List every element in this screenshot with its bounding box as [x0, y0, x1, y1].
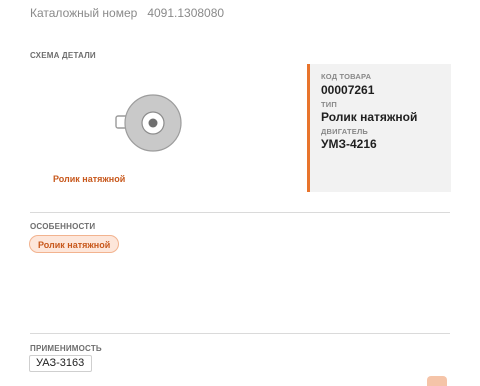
catalog-number-line: Каталожный номер 4091.1308080: [30, 6, 224, 20]
product-type-value: Ролик натяжной: [321, 110, 418, 124]
section-divider: [30, 212, 450, 213]
section-divider: [30, 333, 450, 334]
features-section-title: ОСОБЕННОСТИ: [30, 222, 96, 231]
product-info-panel: КОД ТОВАРА 00007261 ТИП Ролик натяжной Д…: [307, 64, 451, 192]
catalog-number-label: Каталожный номер: [30, 6, 138, 20]
scheme-section-title: СХЕМА ДЕТАЛИ: [30, 51, 96, 60]
scheme-part-caption: Ролик натяжной: [53, 174, 126, 184]
feature-tag[interactable]: Ролик натяжной: [29, 235, 120, 253]
tension-roller-diagram: [115, 94, 182, 152]
catalog-number-value: 4091.1308080: [147, 6, 225, 20]
applicability-item[interactable]: УАЗ-3163: [29, 355, 92, 372]
roller-axle-shape: [148, 118, 158, 128]
product-type-label: ТИП: [321, 100, 337, 109]
engine-label: ДВИГАТЕЛЬ: [321, 127, 369, 136]
applicability-section-title: ПРИМЕНИМОСТЬ: [30, 344, 102, 353]
engine-value: УМЗ-4216: [321, 137, 377, 151]
product-code-label: КОД ТОВАРА: [321, 72, 372, 81]
scroll-to-top-button[interactable]: [427, 376, 447, 386]
product-code-value: 00007261: [321, 83, 375, 97]
